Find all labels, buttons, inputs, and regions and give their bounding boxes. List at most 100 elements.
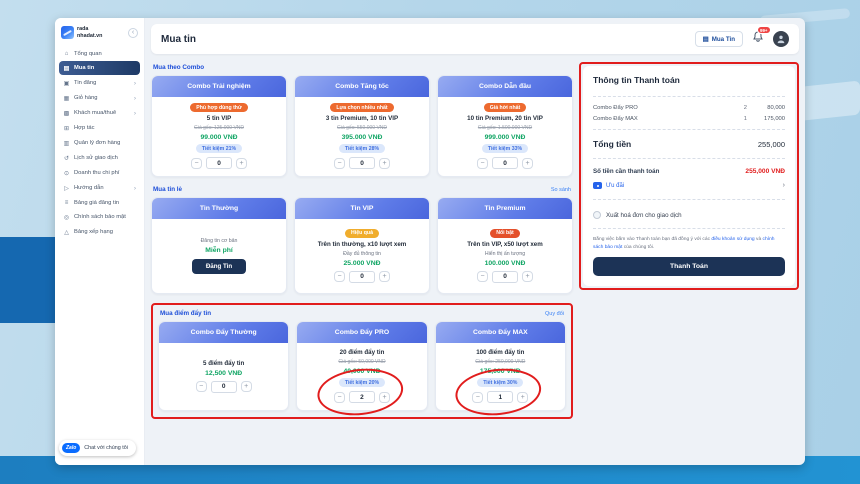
- quantity-value[interactable]: 1: [487, 391, 513, 403]
- card-combo-day-max: Combo Đẩy MAX 100 điểm đẩy tin Giá gốc: …: [435, 321, 566, 411]
- section-title: Mua điểm đẩy tin: [160, 310, 211, 317]
- quantity-stepper: − 0 +: [477, 271, 533, 283]
- terms-part: Bằng việc bấm vào Thanh toán bạn đã đồng…: [593, 237, 711, 242]
- partnership-icon: ⊞: [63, 125, 70, 132]
- minus-button[interactable]: −: [334, 392, 345, 403]
- savings-badge: Tiết kiệm 20%: [339, 378, 385, 387]
- card-tin-vip: Tin VIP Hiệu quả Trên tin thường, x10 lư…: [294, 197, 430, 294]
- savings-badge: Tiết kiệm 21%: [196, 144, 242, 153]
- card-combo-day-thuong: Combo Đẩy Thường 5 điểm đẩy tin 12,500 V…: [158, 321, 289, 411]
- app-window: rada nhadat.vn ‹ ⌂ Tổng quan ▤ Mua tin ▣…: [55, 18, 805, 465]
- buy-post-icon: ▤: [63, 65, 70, 72]
- quantity-value[interactable]: 0: [349, 157, 375, 169]
- quantity-stepper: − 2 +: [334, 391, 390, 403]
- buy-post-icon: ▤: [703, 35, 709, 43]
- quantity-value[interactable]: 0: [206, 157, 232, 169]
- card-offer: Trên tin thường, x10 lượt xem: [318, 241, 407, 248]
- card-offer: 3 tin Premium, 10 tin VIP: [326, 115, 398, 122]
- plus-button[interactable]: +: [522, 271, 533, 282]
- total-row: Tổng tiền 255,000: [593, 135, 785, 153]
- sidebar-item-bang-gia-dang-tin[interactable]: ≡ Bảng giá đăng tin: [59, 196, 140, 209]
- annotation-red-box-push-section: Mua điểm đẩy tin Quy đổi Combo Đẩy Thườn…: [151, 303, 573, 419]
- minus-button[interactable]: −: [477, 271, 488, 282]
- avatar[interactable]: [773, 31, 789, 47]
- quantity-value[interactable]: 2: [349, 391, 375, 403]
- price: 175,000 VNĐ: [480, 368, 521, 375]
- notification-badge: 99+: [757, 26, 771, 34]
- sidebar-item-tong-quan[interactable]: ⌂ Tổng quan: [59, 47, 140, 60]
- quantity-value[interactable]: 0: [492, 271, 518, 283]
- card-body: Phù hợp dùng thử 5 tin VIP Giá gốc: 125.…: [152, 97, 286, 176]
- minus-button[interactable]: −: [334, 271, 345, 282]
- plus-button[interactable]: +: [379, 271, 390, 282]
- card-title: Combo Dẫn đầu: [438, 76, 572, 97]
- card-title: Tin Thường: [152, 198, 286, 219]
- combo-cards: Combo Trải nghiệm Phù hợp dùng thử 5 tin…: [151, 75, 573, 177]
- brand-name-top: rada: [77, 26, 88, 32]
- sidebar-item-quan-ly-don-hang[interactable]: ▥ Quản lý đơn hàng: [59, 136, 140, 150]
- item-name: Combo Đẩy PRO: [593, 105, 729, 111]
- payment-panel: Thông tin Thanh toán Combo Đẩy PRO 2 80,…: [583, 66, 795, 286]
- plus-button[interactable]: +: [241, 381, 252, 392]
- zalo-chat-label: Chat với chúng tôi: [84, 445, 128, 451]
- plus-button[interactable]: +: [236, 158, 247, 169]
- sidebar-item-gio-hang[interactable]: ▦ Giỏ hàng ›: [59, 91, 140, 105]
- minus-button[interactable]: −: [477, 158, 488, 169]
- payment-title: Thông tin Thanh toán: [593, 75, 785, 91]
- sidebar-item-bang-xep-hang[interactable]: △ Bảng xếp hạng: [59, 225, 140, 239]
- plus-button[interactable]: +: [379, 158, 390, 169]
- invoice-toggle-row[interactable]: Xuất hoá đơn cho giao dịch: [593, 205, 785, 223]
- card-description: Đầy đủ thông tin: [343, 251, 381, 257]
- sidebar-item-mua-tin[interactable]: ▤ Mua tin: [59, 61, 140, 75]
- plus-button[interactable]: +: [379, 392, 390, 403]
- chevron-right-icon: ›: [134, 110, 136, 117]
- sidebar-item-label: Hướng dẫn: [74, 185, 104, 191]
- price: 25.000 VNĐ: [343, 260, 380, 267]
- divider: [593, 129, 785, 130]
- notifications-button[interactable]: 99+: [752, 30, 764, 48]
- single-cards: Tin Thường Đăng tin cơ bản Miễn phí Đăng…: [151, 197, 573, 294]
- post-listing-button[interactable]: Đăng Tin: [192, 259, 246, 274]
- sidebar-item-doanh-thu-chi-phi[interactable]: ⊙ Doanh thu chi phí: [59, 166, 140, 180]
- quantity-stepper: − 0 +: [477, 157, 533, 169]
- sidebar-item-tin-dang[interactable]: ▣ Tin đăng ›: [59, 76, 140, 90]
- card-offer: 20 điểm đẩy tin: [340, 349, 385, 356]
- sidebar-collapse-button[interactable]: ‹: [128, 28, 138, 38]
- plus-button[interactable]: +: [517, 392, 528, 403]
- quantity-value[interactable]: 0: [211, 381, 237, 393]
- sidebar-item-khach-mua-thue[interactable]: ▩ Khách mua/thuê ›: [59, 106, 140, 120]
- chevron-right-icon: ›: [134, 80, 136, 87]
- invoice-radio[interactable]: [593, 211, 601, 219]
- sidebar-item-chinh-sach-bao-mat[interactable]: ◎ Chính sách bảo mật: [59, 210, 140, 224]
- minus-button[interactable]: −: [472, 392, 483, 403]
- card-title: Combo Đẩy PRO: [297, 322, 426, 343]
- minus-button[interactable]: −: [191, 158, 202, 169]
- quantity-value[interactable]: 0: [349, 271, 375, 283]
- voucher-label: Ưu đãi: [606, 183, 624, 189]
- price: 100.000 VNĐ: [485, 260, 526, 267]
- card-body: Đăng tin cơ bản Miễn phí Đăng Tin: [152, 219, 286, 293]
- voucher-row[interactable]: Ưu đãi ›: [593, 177, 785, 194]
- ranking-icon: △: [63, 229, 70, 236]
- minus-button[interactable]: −: [334, 158, 345, 169]
- divider: [593, 228, 785, 229]
- zalo-chat-button[interactable]: Zalo Chat với chúng tôi: [59, 440, 136, 456]
- sidebar-item-huong-dan[interactable]: ▷ Hướng dẫn ›: [59, 181, 140, 195]
- terms-of-use-link[interactable]: điều khoản sử dụng: [711, 237, 754, 242]
- payment-line-item: Combo Đẩy PRO 2 80,000: [593, 102, 785, 113]
- sidebar-item-hop-tac[interactable]: ⊞ Hợp tác: [59, 121, 140, 135]
- card-body: 5 điểm đẩy tin 12,500 VNĐ − 0 +: [159, 343, 288, 410]
- sidebar-item-lich-su-giao-dich[interactable]: ↺ Lịch sử giao dịch: [59, 151, 140, 165]
- amount-due-value: 255,000 VNĐ: [745, 168, 785, 175]
- compare-link[interactable]: So sánh: [551, 187, 571, 193]
- buy-post-button[interactable]: ▤ Mua Tin: [695, 31, 743, 47]
- pay-button[interactable]: Thanh Toán: [593, 257, 785, 276]
- terms-part: của chúng tôi.: [622, 245, 654, 250]
- logo: rada nhadat.vn ‹: [55, 24, 144, 47]
- original-price: Giá gốc: 1.500.000 VNĐ: [478, 125, 532, 131]
- minus-button[interactable]: −: [196, 381, 207, 392]
- plus-button[interactable]: +: [522, 158, 533, 169]
- quantity-value[interactable]: 0: [492, 157, 518, 169]
- convert-link[interactable]: Quy đổi: [545, 311, 564, 317]
- quantity-stepper: − 0 +: [334, 271, 390, 283]
